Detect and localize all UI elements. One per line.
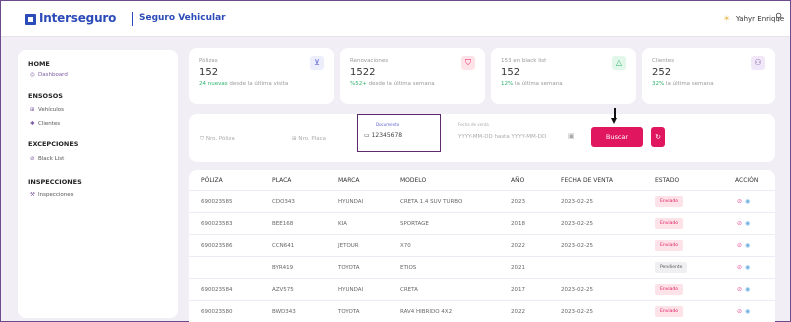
sidebar-section-home: HOME: [28, 60, 50, 68]
shield-icon: ⛉: [461, 56, 475, 70]
sidebar-section-inspecciones: INSPECCIONES: [28, 178, 82, 186]
col-anio[interactable]: AÑO: [511, 177, 524, 184]
calendar-icon[interactable]: ▣: [568, 132, 575, 140]
brand-separator: [132, 12, 133, 26]
user-icon[interactable]: ⚲: [775, 12, 782, 23]
delete-icon[interactable]: ⊘: [737, 264, 742, 271]
fecha-label: Fecha de venta: [458, 122, 489, 127]
sidebar-item-clientes[interactable]: ✱ Clientes: [30, 121, 60, 127]
card-black-list[interactable]: 153 en black list 152 12% la última sema…: [491, 48, 636, 104]
logo-icon: [25, 14, 36, 25]
users-icon: ✱: [30, 121, 35, 127]
dashboard-icon: ◎: [30, 72, 35, 78]
product-name: Seguro Vehicular: [139, 13, 226, 23]
top-bar: Interseguro Seguro Vehicular ☀ Yahyr Enr…: [1, 1, 790, 37]
status-badge: Pendiente: [655, 262, 688, 273]
sidebar-item-inspecciones[interactable]: ⚒ Inspecciones: [30, 192, 74, 198]
delete-icon[interactable]: ⊘: [737, 308, 742, 315]
refresh-icon[interactable]: ↻: [651, 127, 665, 147]
status-badge: Enviado: [655, 196, 683, 207]
block-icon: ⊘: [30, 156, 35, 162]
view-icon[interactable]: ◉: [745, 220, 750, 227]
sidebar-item-vehiculos[interactable]: ⊞ Vehículos: [30, 107, 64, 113]
col-placa[interactable]: PLACA: [272, 177, 291, 184]
sun-icon[interactable]: ☀: [723, 14, 730, 23]
col-poliza[interactable]: PÓLIZA: [201, 177, 223, 184]
col-marca[interactable]: MARCA: [338, 177, 359, 184]
card-renovaciones[interactable]: Renovaciones 1522 %52+ desde la última s…: [340, 48, 485, 104]
table-row[interactable]: 690023584 AZV575 HYUNDAI CRETA 2017 2023…: [189, 278, 775, 300]
poliza-input[interactable]: ⛉ Nro. Póliza: [200, 131, 260, 147]
sidebar-section-ensosos: ENSOSOS: [28, 92, 63, 100]
view-icon[interactable]: ◉: [745, 286, 750, 293]
table-row[interactable]: 690023585 CDO343 HYUNDAI CRETA 1.4 SUV T…: [189, 190, 775, 212]
view-icon[interactable]: ◉: [745, 308, 750, 315]
col-fecha[interactable]: FECHA DE VENTA: [561, 177, 613, 184]
sidebar: HOME ◎ Dashboard ENSOSOS ⊞ Vehículos ✱ Clie…: [18, 50, 178, 318]
group-icon: ⚇: [751, 56, 765, 70]
view-icon[interactable]: ◉: [745, 198, 750, 205]
warning-icon: △: [612, 56, 626, 70]
view-icon[interactable]: ◉: [745, 264, 750, 271]
brand-name: Interseguro: [39, 11, 117, 25]
fecha-input[interactable]: YYYY-MM-DD hasta YYYY-MM-DD: [458, 130, 578, 144]
table-row[interactable]: 690023583 BEE168 KIA SPORTAGE 2018 2023-…: [189, 212, 775, 234]
table-row[interactable]: BYR419 TOYOTA ETIOS 2021 Pendiente ⊘ ◉: [189, 256, 775, 278]
placa-input[interactable]: ⊞ Nro. Placa: [292, 131, 352, 147]
annotation-arrow: [611, 108, 617, 124]
card-clientes[interactable]: Clientes 252 32% la última semana ⚇: [642, 48, 775, 104]
sidebar-section-excepciones: EXCEPCIONES: [28, 140, 79, 148]
delete-icon[interactable]: ⊘: [737, 220, 742, 227]
sidebar-item-dashboard[interactable]: ◎ Dashboard: [30, 72, 68, 78]
polizas-table: PÓLIZA PLACA MARCA MODELO AÑO FECHA DE V…: [189, 170, 775, 322]
delete-icon[interactable]: ⊘: [737, 198, 742, 205]
status-badge: Enviado: [655, 284, 683, 295]
table-row[interactable]: 690023586 CCN641 JETOUR X70 2022 2023-02…: [189, 234, 775, 256]
id-card-icon: ▭: [364, 132, 372, 139]
status-badge: Enviado: [655, 218, 683, 229]
car-icon: ⊞: [30, 107, 35, 113]
status-badge: Enviado: [655, 306, 683, 317]
card-polizas[interactable]: Pólizas 152 24 nuevas desde la última vi…: [189, 48, 334, 104]
col-accion[interactable]: ACCIÓN: [735, 177, 758, 184]
sidebar-item-black-list[interactable]: ⊘ Black List: [30, 156, 64, 162]
col-estado[interactable]: ESTADO: [655, 177, 679, 184]
cart-icon: ⊻: [310, 56, 324, 70]
view-icon[interactable]: ◉: [745, 242, 750, 249]
search-button[interactable]: Buscar: [591, 127, 643, 147]
wrench-icon: ⚒: [30, 192, 35, 198]
table-row[interactable]: 690023580 BWD343 TOYOTA RAV4 HIBRIDO 4X2…: [189, 300, 775, 322]
documento-input[interactable]: Documento ▭ 12345678: [357, 114, 441, 152]
delete-icon[interactable]: ⊘: [737, 286, 742, 293]
status-badge: Enviado: [655, 240, 683, 251]
delete-icon[interactable]: ⊘: [737, 242, 742, 249]
col-modelo[interactable]: MODELO: [400, 177, 426, 184]
